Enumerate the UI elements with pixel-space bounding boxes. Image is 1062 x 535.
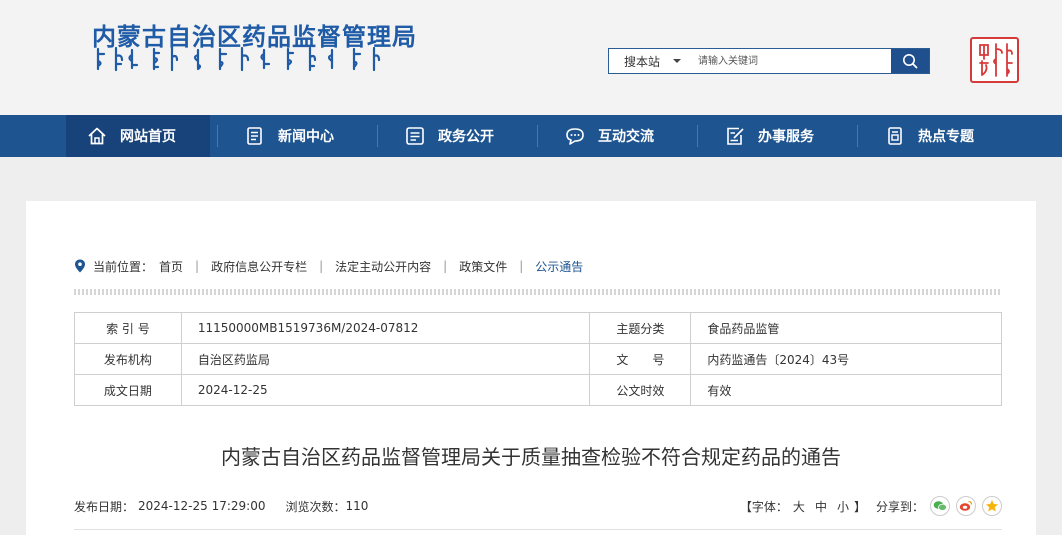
nav-item-label: 互动交流 [598,129,654,145]
breadcrumb: 当前位置： 首页 | 政府信息公开专栏 | 法定主动公开内容 | 政策文件 | … [74,257,583,275]
nav-item-topics[interactable]: 热点专题 [884,115,974,157]
nav-divider [857,125,858,147]
breadcrumb-current[interactable]: 公示通告 [535,258,583,275]
nav-item-services[interactable]: 办事服务 [724,115,814,157]
nav-item-gov-affairs[interactable]: 政务公开 [404,115,494,157]
table-row: 发布机构 自治区药监局 文 号 内药监通告〔2024〕43号 [74,343,1002,375]
seal-icon [979,43,1013,77]
document-meta-table: 索 引 号 11150000MB1519736M/2024-07812 主题分类… [74,312,1002,406]
views-label: 浏览次数： [285,499,346,514]
table-row: 索 引 号 11150000MB1519736M/2024-07812 主题分类… [74,312,1002,344]
edit-icon [727,127,744,145]
nav-divider [537,125,538,147]
meta-value: 食品药品监管 [690,312,1002,344]
nav-divider [377,125,378,147]
caret-down-icon [673,59,681,63]
search-button[interactable] [891,49,929,73]
nav-item-label: 新闻中心 [278,129,334,145]
home-icon [88,127,106,145]
breadcrumb-policy[interactable]: 政策文件 [459,258,507,275]
meta-label: 文 号 [589,343,692,375]
breadcrumb-separator: | [519,259,524,273]
search-box: 搜本站 [608,48,930,74]
views-count: 110 [345,499,369,513]
article-tools: 【字体： 大 中 小 】 分享到： [740,495,1002,517]
location-pin-icon [75,259,85,273]
meta-label: 主题分类 [589,312,692,344]
nav-item-label: 政务公开 [438,129,494,145]
nav-item-label: 办事服务 [758,129,814,145]
meta-label: 发布机构 [74,343,182,375]
nav-item-interaction[interactable]: 互动交流 [564,115,654,157]
search-scope-label: 搜本站 [624,54,661,69]
news-icon [247,127,262,145]
breadcrumb-separator: | [443,259,448,273]
content-panel: 当前位置： 首页 | 政府信息公开专栏 | 法定主动公开内容 | 政策文件 | … [26,201,1036,535]
star-icon [986,500,998,512]
wechat-icon [933,501,947,511]
dotted-divider [74,289,1002,295]
meta-label: 索 引 号 [74,312,182,344]
breadcrumb-separator: | [195,259,200,273]
topic-icon [888,127,902,145]
meta-value: 11150000MB1519736M/2024-07812 [180,312,591,344]
font-size-small-button[interactable]: 小 [837,498,849,515]
publish-date-label: 发布日期： [74,499,135,514]
nav-item-label: 热点专题 [918,129,974,145]
site-header: 内蒙古自治区药品监督管理局 搜本站 [0,0,1062,115]
share-qzone-button[interactable] [982,496,1002,516]
search-scope-select[interactable]: 搜本站 [609,49,681,73]
meta-value: 有效 [690,374,1002,406]
divider [74,529,1002,530]
mongolian-script-logo [96,46,381,72]
meta-value: 自治区药监局 [180,343,591,375]
breadcrumb-statutory[interactable]: 法定主动公开内容 [335,258,431,275]
font-size-end: 】 [853,499,866,514]
search-input[interactable] [698,50,908,72]
table-row: 成文日期 2024-12-25 公文时效 有效 [74,374,1002,406]
meta-value: 2024-12-25 [180,374,591,406]
breadcrumb-separator: | [319,259,324,273]
article-title: 内蒙古自治区药品监督管理局关于质量抽查检验不符合规定药品的通告 [221,445,841,469]
weibo-icon [959,500,973,511]
meta-label: 公文时效 [589,374,692,406]
share-wechat-button[interactable] [930,496,950,516]
nav-divider [697,125,698,147]
search-icon [903,54,918,69]
meta-value: 内药监通告〔2024〕43号 [690,343,1002,375]
meta-label: 成文日期 [74,374,182,406]
main-nav: 网站首页 新闻中心 政务公开 互动交流 办事服务 热点专题 [0,115,1062,157]
nav-item-news[interactable]: 新闻中心 [244,115,334,157]
breadcrumb-label: 当前位置： [93,259,154,274]
document-icon [406,127,424,145]
nav-item-home[interactable]: 网站首页 [66,115,210,157]
font-size-large-button[interactable]: 大 [793,498,805,515]
breadcrumb-home[interactable]: 首页 [159,258,183,275]
article-info-bar: 发布日期： 2024-12-25 17:29:00 浏览次数： 110 【字体：… [74,495,1002,517]
chat-icon [566,128,584,145]
share-label: 分享到： [875,499,924,514]
share-weibo-button[interactable] [956,496,976,516]
font-size-medium-button[interactable]: 中 [815,498,827,515]
nav-divider [217,125,218,147]
publish-date: 2024-12-25 17:29:00 [138,499,266,513]
font-size-label: 【字体： [739,499,788,514]
nav-item-label: 网站首页 [120,129,176,145]
breadcrumb-gov-info[interactable]: 政府信息公开专栏 [211,258,307,275]
seal-emblem [970,37,1019,83]
